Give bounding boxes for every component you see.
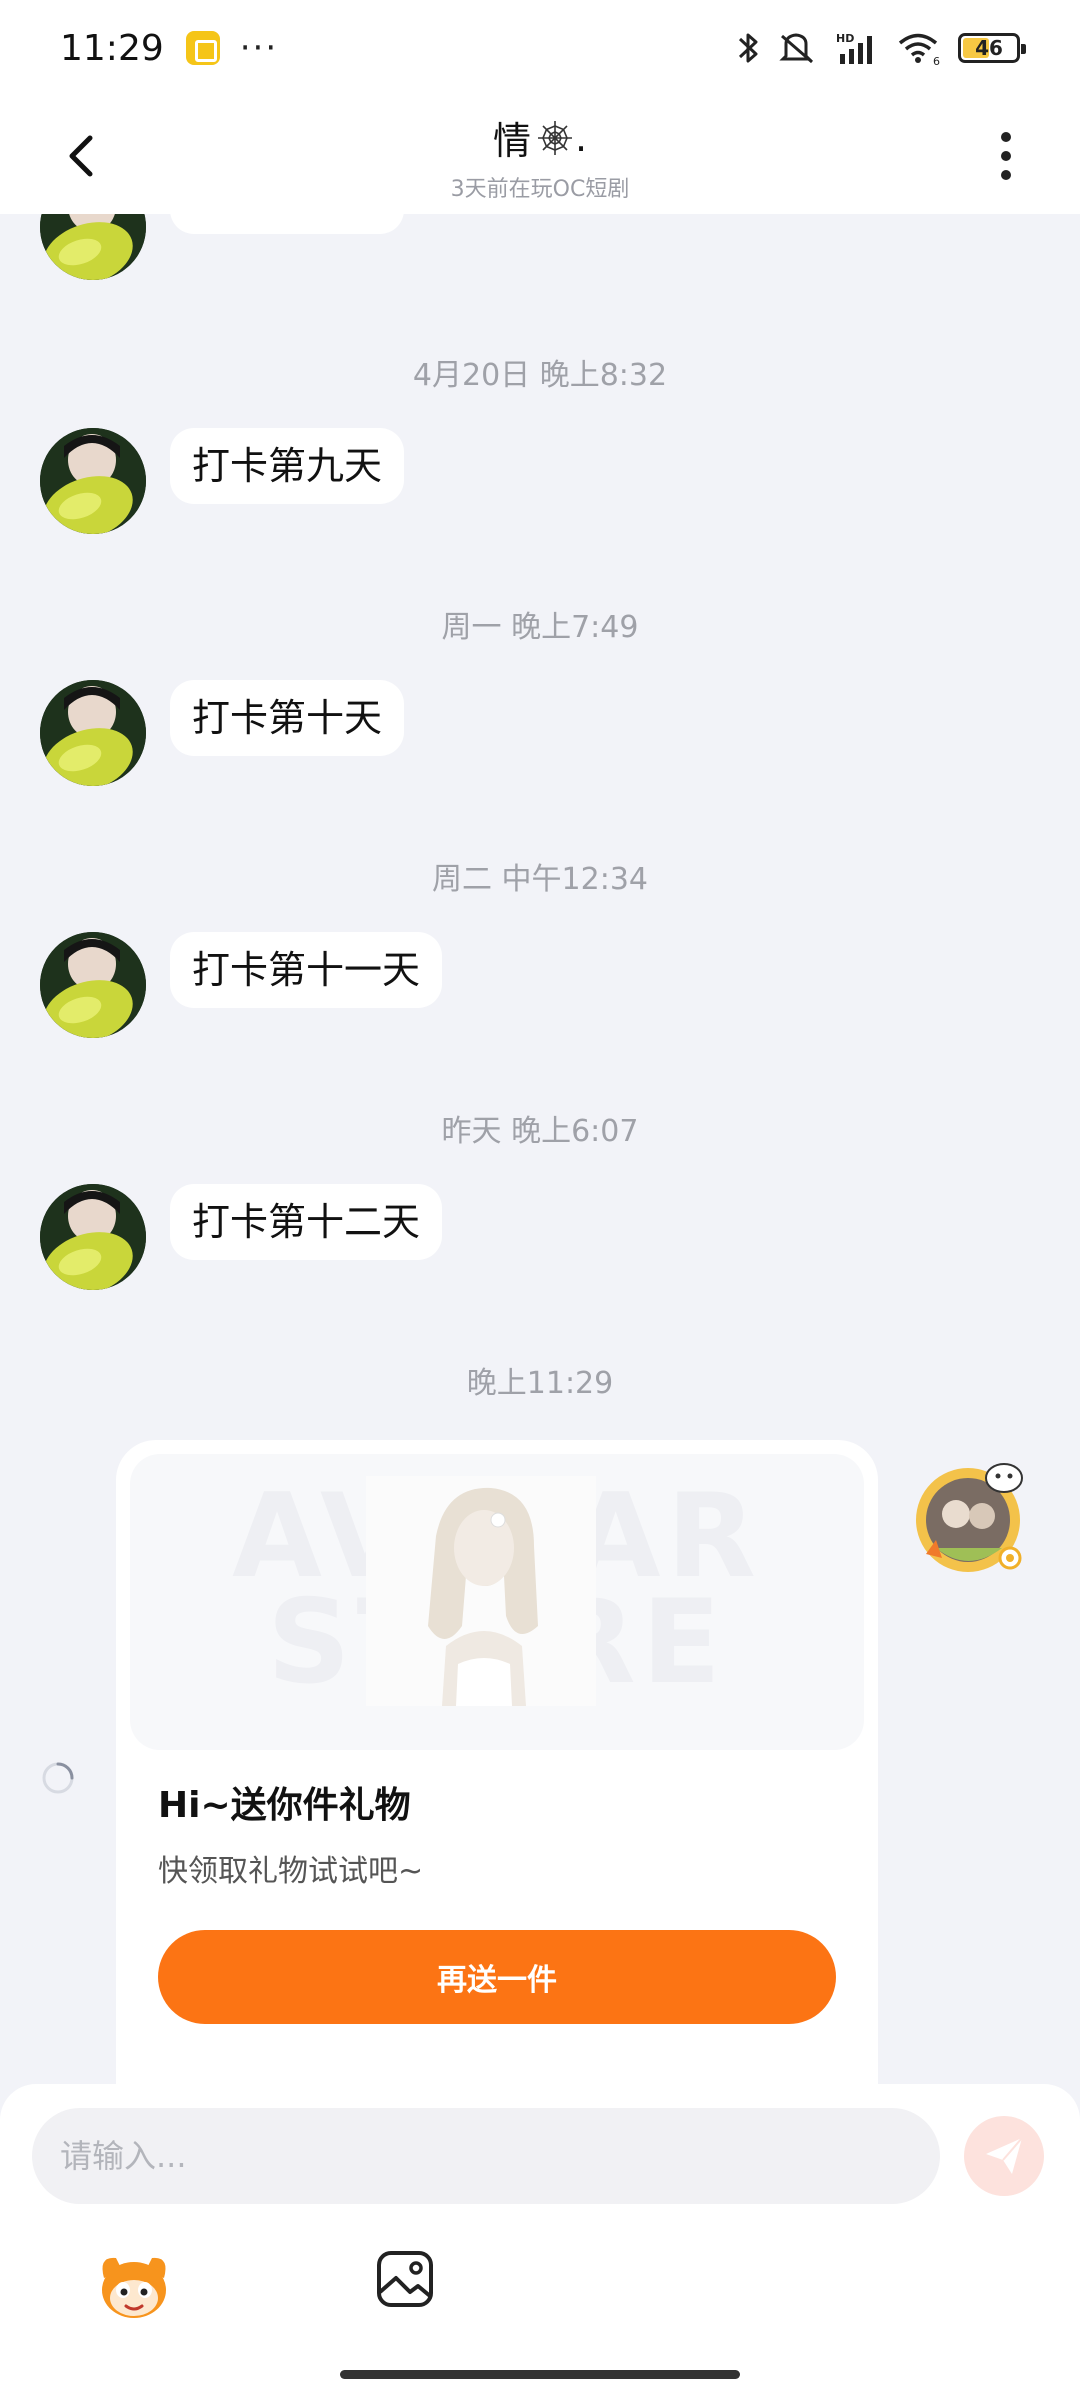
contact-avatar[interactable] (40, 1184, 146, 1290)
loading-spinner-icon (42, 1762, 74, 1794)
image-picker-icon[interactable] (374, 2248, 436, 2310)
message-timestamp: 周一 晚上7:49 (441, 610, 639, 645)
contact-avatar[interactable] (40, 428, 146, 534)
message-bubble[interactable]: 打卡第九天 (170, 428, 405, 504)
spider-web-icon (537, 120, 572, 155)
message-timestamp: 晚上11:29 (466, 1366, 614, 1401)
status-bar: 11:29 ··· HD 6 46 (0, 0, 1080, 96)
gift-title: Hi~送你件礼物 (158, 1785, 411, 1826)
message-timestamp: 4月20日 晚上8:32 (412, 358, 668, 393)
contact-avatar[interactable] (40, 680, 146, 786)
message-bubble[interactable]: 打卡第十一天 (170, 932, 443, 1008)
header-center: 情 . 3天前在玩OC短剧 (0, 110, 1080, 203)
mascot-emoji-icon[interactable] (96, 2248, 172, 2324)
more-options-button[interactable] (976, 126, 1036, 186)
wifi-icon: 6 (898, 33, 940, 66)
bluetooth-icon (738, 33, 758, 63)
send-icon (986, 2137, 1023, 2174)
message-bubble[interactable]: 打卡第八天 (170, 214, 405, 234)
app-icon (185, 31, 220, 65)
message-bubble[interactable]: 打卡第十二天 (170, 1184, 443, 1260)
chat-header: 情 . 3天前在玩OC短剧 (0, 96, 1080, 214)
send-button[interactable] (964, 2116, 1044, 2196)
message-timestamp: 周二 中午12:34 (432, 862, 648, 897)
mute-icon (779, 33, 813, 64)
contact-avatar[interactable] (40, 214, 146, 280)
chat-screen: 11:29 ··· HD 6 46 情 . 3天前在玩OC短剧 4月20日 晚上… (0, 0, 1080, 2400)
avatar-figure-image (366, 1476, 596, 1706)
contact-avatar[interactable] (40, 932, 146, 1038)
home-indicator[interactable] (340, 2370, 740, 2379)
status-time: 11:29 (60, 27, 164, 69)
chat-messages[interactable]: 打卡第八天 4月20日 晚上8:32 打卡第九天 周一 晚上7:49 (0, 214, 1080, 2084)
self-avatar[interactable] (906, 1454, 1034, 1582)
send-another-gift-button[interactable]: 再送一件 (158, 1930, 836, 2024)
status-dots: ··· (239, 28, 279, 68)
status-icons: HD 6 46 (736, 30, 1026, 66)
input-bar (0, 2084, 1080, 2400)
contact-name-suffix: . (574, 115, 588, 160)
gift-card[interactable]: AVATAR STORE Hi~送你件礼物 快领取礼物试试吧~ 再送一件 (116, 1440, 878, 2084)
contact-name[interactable]: 情 . (493, 110, 587, 165)
wifi-label: 6 (933, 55, 940, 66)
message-timestamp: 昨天 晚上6:07 (441, 1114, 639, 1149)
signal-label: HD (836, 32, 854, 45)
message-bubble[interactable]: 打卡第十天 (170, 680, 405, 756)
contact-status: 3天前在玩OC短剧 (450, 177, 630, 202)
battery-icon: 46 (958, 33, 1026, 63)
more-vertical-icon (1001, 132, 1011, 180)
signal-icon: HD (836, 32, 872, 64)
battery-level: 46 (975, 36, 1003, 60)
contact-name-text: 情 (492, 119, 531, 163)
gift-image: AVATAR STORE (130, 1454, 864, 1750)
message-input[interactable] (32, 2108, 940, 2204)
gift-description: 快领取礼物试试吧~ (158, 1854, 424, 1889)
